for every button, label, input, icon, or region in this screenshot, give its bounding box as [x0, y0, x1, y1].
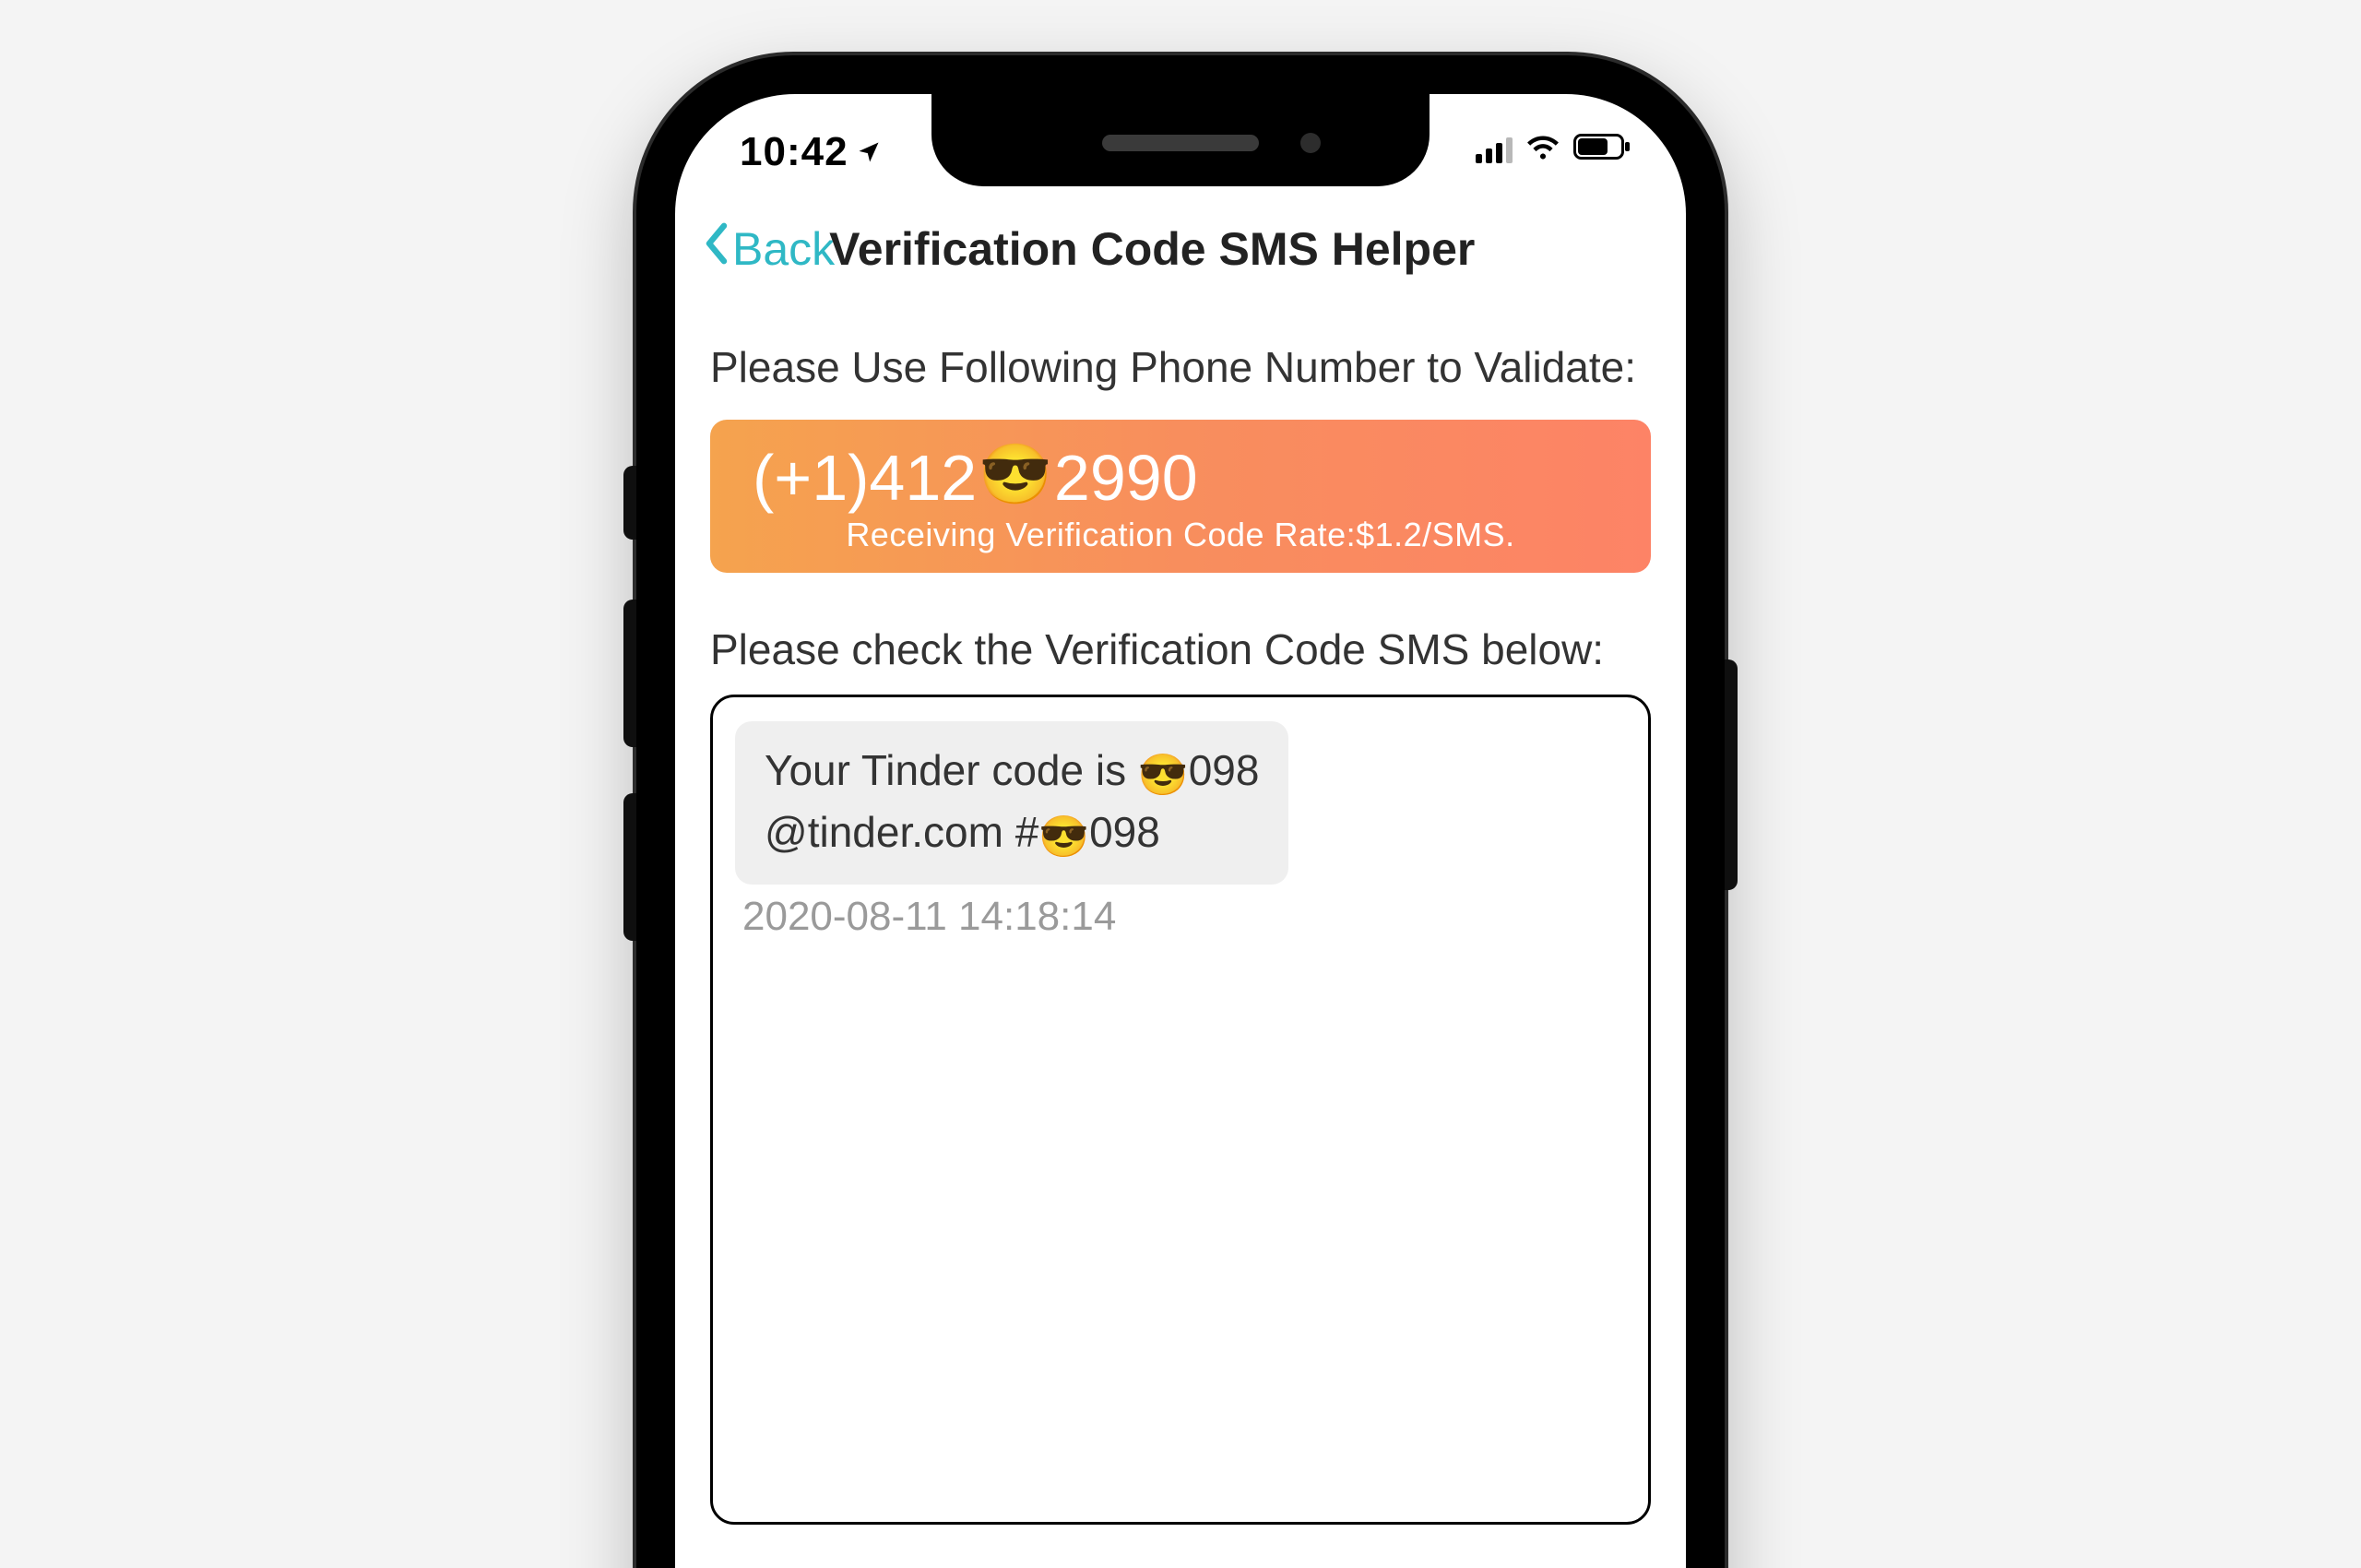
main-content: Please Use Following Phone Number to Val…	[675, 288, 1686, 1525]
front-camera	[1300, 133, 1321, 153]
status-time-text: 10:42	[740, 129, 848, 175]
sunglasses-emoji-icon: 😎	[1138, 753, 1189, 798]
wifi-icon	[1525, 133, 1560, 165]
status-time: 10:42	[740, 129, 882, 175]
sms-line-2: @tinder.com #😎098	[765, 803, 1259, 864]
phone-number: (+1)412 😎 2990	[753, 445, 1608, 510]
back-button[interactable]: Back	[703, 221, 835, 277]
phone-number-card[interactable]: (+1)412 😎 2990 Receiving Verification Co…	[710, 420, 1651, 573]
phone-frame: 10:42	[636, 55, 1725, 1568]
power-button	[1725, 659, 1738, 890]
speaker-grill	[1102, 135, 1259, 151]
page-title: Verification Code SMS Helper	[829, 222, 1475, 276]
mute-switch	[623, 466, 636, 540]
volume-up-button	[623, 600, 636, 747]
instruction-phone: Please Use Following Phone Number to Val…	[710, 339, 1651, 396]
nav-bar: Back Verification Code SMS Helper	[675, 196, 1686, 288]
instruction-sms: Please check the Verification Code SMS b…	[710, 621, 1651, 678]
notch	[931, 94, 1430, 186]
battery-icon	[1573, 134, 1631, 164]
phone-number-suffix: 2990	[1054, 445, 1198, 510]
sunglasses-emoji-icon: 😎	[1038, 814, 1089, 860]
sms-text: 098	[1189, 746, 1260, 794]
sms-panel[interactable]: Your Tinder code is 😎098 @tinder.com #😎0…	[710, 695, 1651, 1525]
cellular-signal-icon	[1476, 136, 1513, 163]
sms-message-bubble: Your Tinder code is 😎098 @tinder.com #😎0…	[735, 721, 1288, 885]
phone-number-prefix: (+1)412	[753, 445, 977, 510]
phone-rate-text: Receiving Verification Code Rate:$1.2/SM…	[753, 516, 1608, 554]
status-right	[1476, 133, 1631, 165]
location-icon	[856, 139, 882, 165]
sms-timestamp: 2020-08-11 14:18:14	[735, 894, 1626, 940]
sms-line-1: Your Tinder code is 😎098	[765, 742, 1259, 802]
sms-text: Your Tinder code is	[765, 746, 1138, 794]
sunglasses-emoji-icon: 😎	[979, 445, 1052, 504]
volume-down-button	[623, 793, 636, 941]
chevron-left-icon	[703, 221, 732, 277]
back-label: Back	[732, 222, 835, 276]
sms-text: @tinder.com #	[765, 808, 1038, 856]
phone-screen: 10:42	[675, 94, 1686, 1568]
sms-text: 098	[1089, 808, 1160, 856]
